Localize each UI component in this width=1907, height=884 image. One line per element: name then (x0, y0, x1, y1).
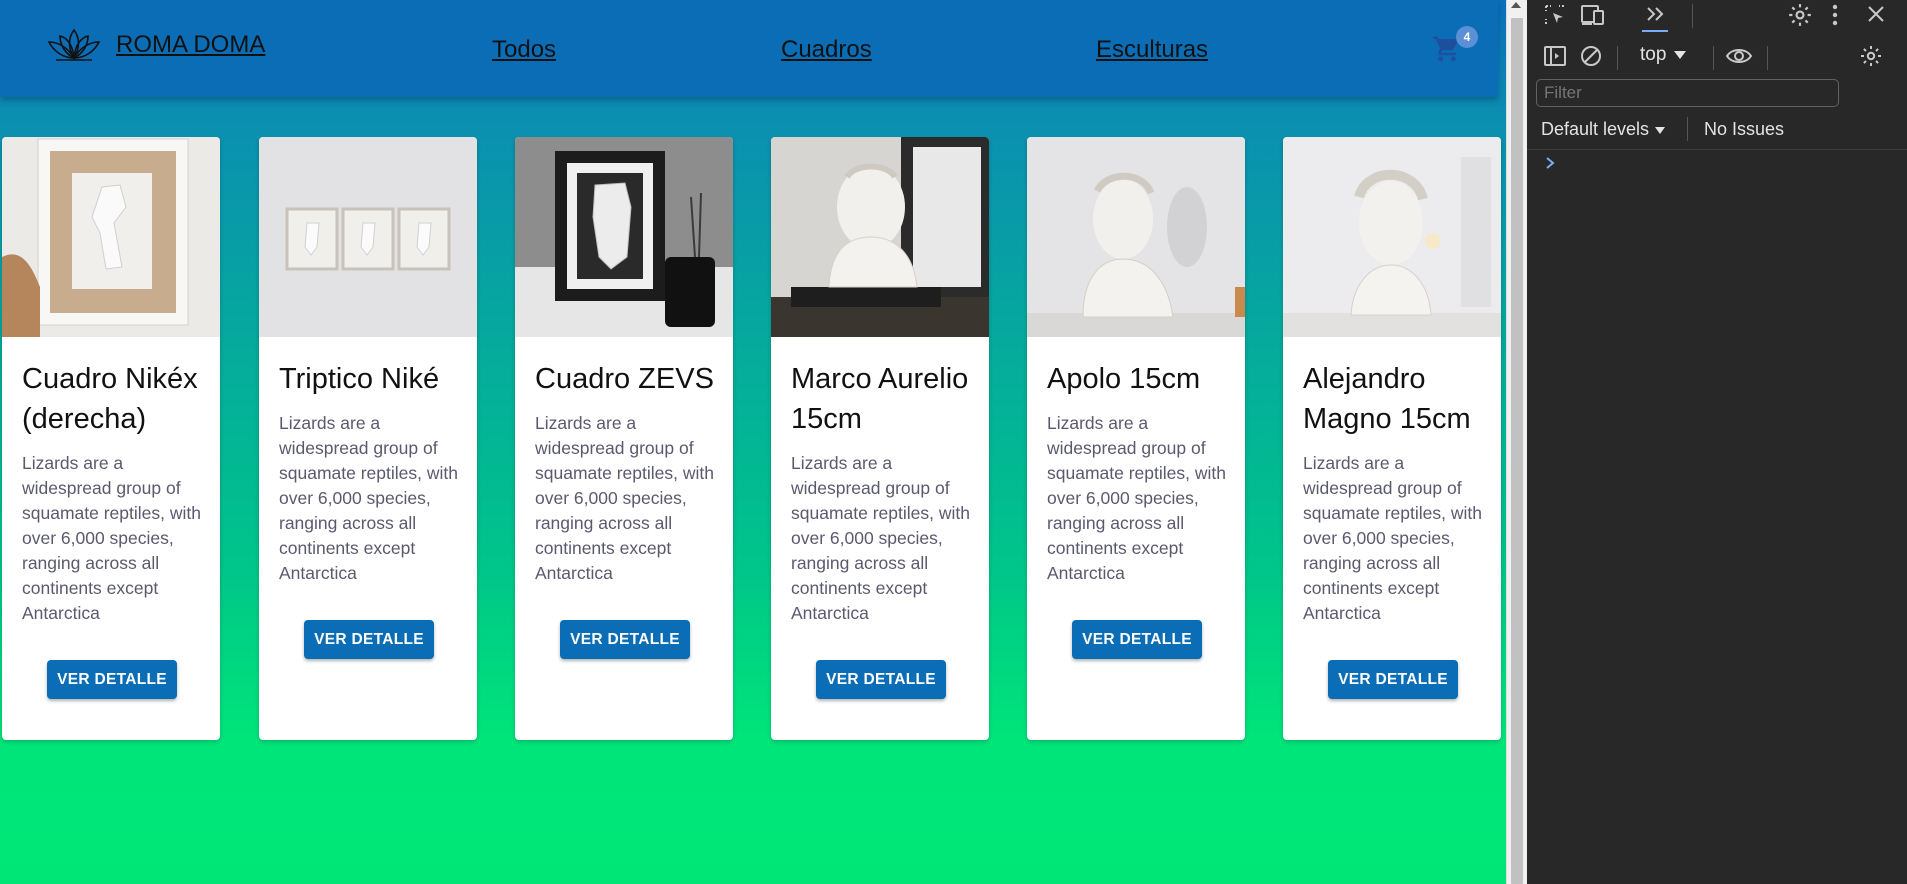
filter-input[interactable] (1536, 79, 1839, 107)
clear-console-icon[interactable] (1579, 44, 1603, 74)
ver-detalle-button[interactable]: VER DETALLE (1072, 620, 1202, 659)
product-description: Lizards are a widespread group of squama… (1047, 413, 1226, 583)
toolbar-separator (1767, 46, 1768, 70)
product-title: Cuadro ZEVS (535, 363, 714, 395)
context-selector[interactable]: top (1640, 44, 1687, 66)
ver-detalle-button[interactable]: VER DETALLE (816, 660, 946, 699)
console-divider (1527, 149, 1907, 150)
log-levels-label: Default levels (1541, 119, 1650, 139)
lotus-logo-icon (46, 28, 102, 62)
devtools-panel: top Default levels No Issues (1527, 0, 1907, 884)
toolbar-separator (1687, 117, 1688, 141)
more-options-icon[interactable] (1829, 2, 1841, 34)
settings-gear-icon[interactable] (1787, 2, 1813, 34)
product-card: Alejandro Magno 15cm Lizards are a wides… (1283, 137, 1501, 740)
context-selector-label: top (1640, 44, 1667, 65)
devtools-toolbar (1527, 0, 1907, 32)
product-description: Lizards are a widespread group of squama… (1303, 453, 1482, 623)
product-description: Lizards are a widespread group of squama… (22, 453, 201, 623)
product-image (771, 137, 989, 337)
console-settings-gear-icon[interactable] (1859, 44, 1883, 74)
page-scrollbar[interactable] (1506, 0, 1527, 884)
log-levels-dropdown[interactable]: Default levels (1541, 119, 1666, 140)
device-toolbar-icon[interactable] (1580, 3, 1606, 33)
product-card: Cuadro Nikéx (derecha) Lizards are a wid… (2, 137, 220, 740)
more-tabs-icon[interactable] (1643, 2, 1667, 32)
nav-link-cuadros[interactable]: Cuadros (781, 36, 872, 64)
product-image (1283, 137, 1501, 337)
toolbar-separator (1713, 46, 1714, 70)
ver-detalle-button[interactable]: VER DETALLE (560, 620, 690, 659)
inspect-element-icon[interactable] (1543, 3, 1567, 33)
nav-link-esculturas[interactable]: Esculturas (1096, 36, 1208, 64)
console-prompt-icon[interactable] (1544, 154, 1558, 177)
console-toolbar (1527, 38, 1907, 74)
product-image (515, 137, 733, 337)
product-title: Cuadro Nikéx (derecha) (22, 363, 198, 435)
chevron-down-icon (1674, 50, 1687, 59)
cart-button[interactable]: 4 (1432, 26, 1478, 68)
product-description: Lizards are a widespread group of squama… (279, 413, 458, 583)
chevron-down-icon (1655, 126, 1666, 134)
page-viewport: ROMA DOMA Todos Cuadros Esculturas 4 Cua… (0, 0, 1506, 884)
product-card: Apolo 15cm Lizards are a widespread grou… (1027, 137, 1245, 740)
product-title: Apolo 15cm (1047, 363, 1201, 395)
close-icon[interactable] (1865, 3, 1887, 31)
product-card: Cuadro ZEVS Lizards are a widespread gro… (515, 137, 733, 740)
product-image (2, 137, 220, 337)
toolbar-separator (1617, 46, 1618, 70)
sidebar-toggle-icon[interactable] (1543, 45, 1567, 73)
scrollbar-thumb[interactable] (1511, 18, 1523, 884)
product-card: Marco Aurelio 15cm Lizards are a widespr… (771, 137, 989, 740)
product-image (259, 137, 477, 337)
product-title: Marco Aurelio 15cm (791, 363, 969, 435)
brand-link[interactable]: ROMA DOMA (116, 31, 265, 59)
ver-detalle-button[interactable]: VER DETALLE (304, 620, 434, 659)
product-image (1027, 137, 1245, 337)
issues-status[interactable]: No Issues (1704, 119, 1784, 140)
product-title: Triptico Niké (279, 363, 440, 395)
product-card: Triptico Niké Lizards are a widespread g… (259, 137, 477, 740)
navbar: ROMA DOMA Todos Cuadros Esculturas 4 (0, 0, 1498, 97)
ver-detalle-button[interactable]: VER DETALLE (1328, 660, 1458, 699)
product-description: Lizards are a widespread group of squama… (535, 413, 714, 583)
toolbar-separator (1692, 4, 1693, 28)
product-description: Lizards are a widespread group of squama… (791, 453, 970, 623)
live-expression-eye-icon[interactable] (1725, 44, 1753, 74)
active-tab-indicator (1642, 30, 1668, 32)
ver-detalle-button[interactable]: VER DETALLE (47, 660, 177, 699)
scroll-up-arrow-icon[interactable] (1511, 2, 1521, 8)
nav-link-todos[interactable]: Todos (492, 36, 556, 64)
brand: ROMA DOMA (46, 28, 265, 62)
product-title: Alejandro Magno 15cm (1303, 363, 1471, 435)
cart-count-badge: 4 (1456, 26, 1478, 48)
